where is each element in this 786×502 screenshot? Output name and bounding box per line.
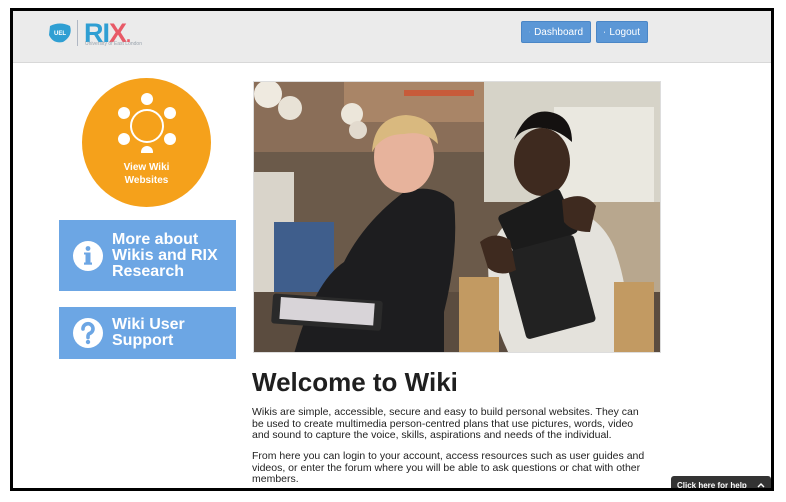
logout-label: Logout: [609, 26, 640, 38]
site-header: UEL RIX. University of East London Dashb…: [13, 11, 771, 63]
logout-button[interactable]: Logout: [596, 21, 648, 43]
question-icon: [73, 318, 103, 348]
help-widget-button[interactable]: Click here for help: [671, 476, 771, 490]
view-wiki-label: View Wiki Websites: [123, 162, 170, 186]
logo-subtext: University of East London: [85, 41, 142, 47]
support-label: Wiki User Support: [112, 316, 185, 349]
chevron-up-icon: [757, 483, 765, 488]
lock-icon: [604, 31, 606, 33]
network-icon: [118, 93, 176, 153]
more-about-wikis-button[interactable]: More about Wikis and RIX Research: [59, 220, 236, 291]
access-paragraph: From here you can login to your account,…: [252, 450, 645, 485]
help-label: Click here for help: [677, 480, 747, 490]
uel-badge-icon: UEL: [49, 23, 71, 43]
view-wiki-websites-button[interactable]: View Wiki Websites: [82, 78, 211, 207]
cogs-icon: [529, 31, 531, 33]
info-icon: [73, 240, 103, 271]
intro-paragraph: Wikis are simple, accessible, secure and…: [252, 406, 639, 441]
dashboard-label: Dashboard: [534, 26, 583, 38]
logo-divider: [77, 20, 78, 46]
svg-text:UEL: UEL: [54, 31, 66, 37]
hero-photo: [253, 81, 661, 353]
page-title: Welcome to Wiki: [252, 367, 458, 397]
wiki-user-support-button[interactable]: Wiki User Support: [59, 307, 236, 359]
browser-frame: UEL RIX. University of East London Dashb…: [10, 8, 774, 491]
dashboard-button[interactable]: Dashboard: [521, 21, 591, 43]
more-about-label: More about Wikis and RIX Research: [112, 230, 218, 280]
